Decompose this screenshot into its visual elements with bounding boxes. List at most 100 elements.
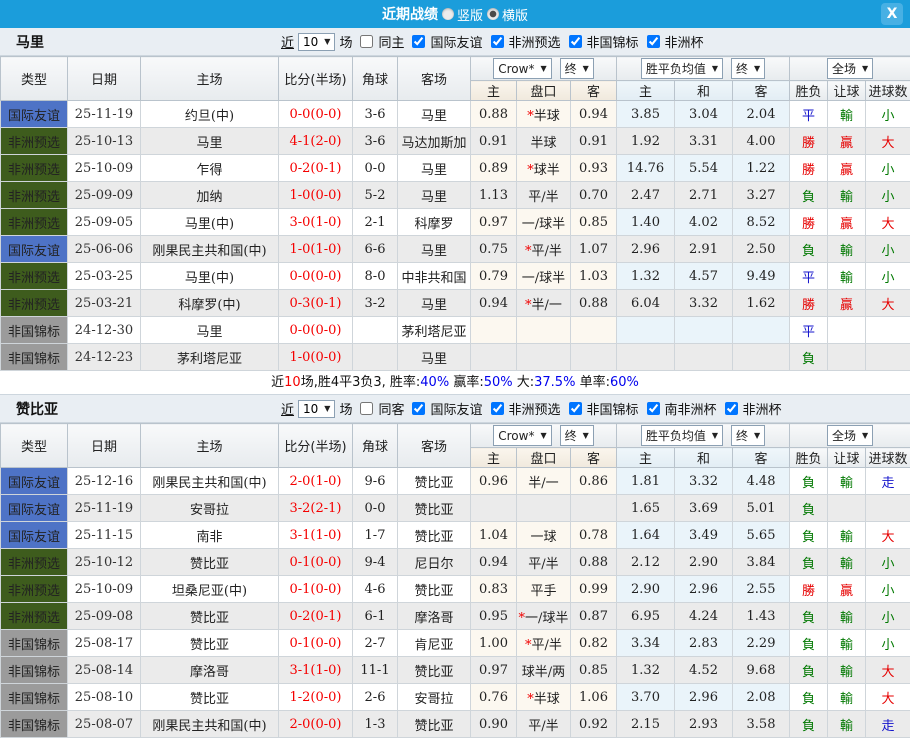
league-checkbox[interactable]	[647, 402, 660, 415]
table-row: 国际友谊25-11-19约旦(中)0-0(0-0)3-6马里0.88*半球0.9…	[1, 101, 910, 128]
home-team: 马里(中)	[141, 209, 279, 236]
league-checkbox[interactable]	[569, 402, 582, 415]
chevron-down-icon: ▼	[540, 431, 546, 440]
match-scope-select[interactable]: 全场▼	[827, 425, 873, 446]
avg-draw-odds: 2.83	[675, 630, 733, 657]
match-count-select[interactable]: 10▼	[298, 400, 335, 418]
col-avg-draw: 和	[675, 81, 733, 101]
avg-draw-odds: 2.93	[675, 711, 733, 738]
league-checkbox[interactable]	[647, 35, 660, 48]
same-venue-checkbox[interactable]	[360, 35, 373, 48]
col-score: 比分(半场)	[279, 424, 353, 468]
bookmaker-select[interactable]: Crow*▼	[493, 425, 551, 446]
col-date: 日期	[68, 424, 141, 468]
col-away: 客场	[398, 57, 471, 101]
league-checkbox[interactable]	[725, 402, 738, 415]
match-date: 24-12-23	[68, 344, 141, 371]
home-odds: 0.88	[471, 101, 517, 128]
handicap-result: 輸	[828, 549, 866, 576]
corner-score: 3-6	[353, 128, 398, 155]
home-odds: 1.00	[471, 630, 517, 657]
match-type-badge: 非洲预选	[1, 603, 68, 630]
table-row: 非国锦标24-12-23茅利塔尼亚1-0(0-0)马里負	[1, 344, 910, 371]
horizontal-layout-radio[interactable]: 横版	[487, 5, 528, 24]
radio-unselected-icon	[442, 8, 454, 20]
close-button[interactable]: X	[881, 3, 903, 25]
chevron-down-icon: ▼	[712, 431, 718, 440]
table-row: 非国锦标25-08-14摩洛哥3-1(1-0)11-1赞比亚0.97球半/两0.…	[1, 657, 910, 684]
average-stage-select[interactable]: 终▼	[731, 425, 765, 446]
away-odds	[571, 344, 617, 371]
home-team: 赞比亚	[141, 630, 279, 657]
home-odds: 0.90	[471, 711, 517, 738]
home-team: 刚果民主共和国(中)	[141, 236, 279, 263]
col-corner: 角球	[353, 57, 398, 101]
avg-draw-odds: 4.02	[675, 209, 733, 236]
handicap-result: 輸	[828, 101, 866, 128]
home-odds	[471, 317, 517, 344]
away-odds: 0.70	[571, 182, 617, 209]
corner-score	[353, 344, 398, 371]
league-label: 国际友谊	[430, 32, 482, 51]
table-row: 非洲预选25-03-25马里(中)0-0(0-0)8-0中非共和国0.79一/球…	[1, 263, 910, 290]
matches-table: 类型 日期 主场 比分(半场) 角球 客场 Crow*▼ 终▼ 胜平负均	[0, 56, 910, 371]
col-avg-draw: 和	[675, 448, 733, 468]
match-type-badge: 国际友谊	[1, 522, 68, 549]
star-icon: *	[519, 611, 526, 626]
match-scope-select[interactable]: 全场▼	[827, 58, 873, 79]
wdl-result: 勝	[790, 576, 828, 603]
league-checkbox[interactable]	[412, 402, 425, 415]
avg-away-odds: 5.01	[733, 495, 790, 522]
odds-stage-select[interactable]: 终▼	[560, 58, 594, 79]
league-checkbox[interactable]	[569, 35, 582, 48]
average-type-select[interactable]: 胜平负均值▼	[641, 58, 723, 79]
match-date: 25-06-06	[68, 236, 141, 263]
league-label: 非国锦标	[587, 399, 639, 418]
matches-table: 类型 日期 主场 比分(半场) 角球 客场 Crow*▼ 终▼ 胜平负均	[0, 423, 910, 738]
handicap-line: *半球	[517, 101, 571, 128]
vertical-layout-radio[interactable]: 竖版	[442, 5, 483, 24]
home-odds: 0.96	[471, 468, 517, 495]
avg-home-odds: 3.85	[617, 101, 675, 128]
match-score: 1-0(0-0)	[279, 182, 353, 209]
avg-draw-odds: 3.32	[675, 290, 733, 317]
home-team: 乍得	[141, 155, 279, 182]
average-type-select[interactable]: 胜平负均值▼	[641, 425, 723, 446]
corner-score: 9-4	[353, 549, 398, 576]
same-venue-checkbox[interactable]	[360, 402, 373, 415]
star-icon: *	[525, 638, 532, 653]
match-score: 0-0(0-0)	[279, 317, 353, 344]
recent-label: 近	[281, 32, 294, 51]
away-odds: 0.92	[571, 711, 617, 738]
col-handicap-line: 盘口	[517, 81, 571, 101]
match-count-value: 10	[303, 402, 318, 416]
avg-away-odds: 4.00	[733, 128, 790, 155]
summary-segment: 赢率:	[449, 375, 484, 390]
away-odds: 1.06	[571, 684, 617, 711]
goals-result: 小	[866, 576, 910, 603]
match-score: 0-0(0-0)	[279, 101, 353, 128]
avg-home-odds: 14.76	[617, 155, 675, 182]
wdl-result: 勝	[790, 155, 828, 182]
home-odds: 0.83	[471, 576, 517, 603]
same-venue-label: 同主	[378, 32, 404, 51]
avg-home-odds: 1.32	[617, 657, 675, 684]
league-checkbox[interactable]	[491, 402, 504, 415]
league-label: 非洲预选	[509, 399, 561, 418]
average-stage-select[interactable]: 终▼	[731, 58, 765, 79]
recent-label: 近	[281, 399, 294, 418]
wdl-result: 負	[790, 495, 828, 522]
corner-score: 4-6	[353, 576, 398, 603]
goals-result: 大	[866, 522, 910, 549]
match-count-select[interactable]: 10▼	[298, 33, 335, 51]
league-checkbox[interactable]	[491, 35, 504, 48]
league-checkbox[interactable]	[412, 35, 425, 48]
handicap-result: 贏	[828, 209, 866, 236]
col-handicap-home: 主	[471, 81, 517, 101]
table-row: 国际友谊25-06-06刚果民主共和国(中)1-0(1-0)6-6马里0.75*…	[1, 236, 910, 263]
corner-score: 6-6	[353, 236, 398, 263]
bookmaker-select[interactable]: Crow*▼	[493, 58, 551, 79]
avg-draw-odds: 4.24	[675, 603, 733, 630]
table-row: 国际友谊25-11-15南非3-1(1-0)1-7赞比亚1.04一球0.781.…	[1, 522, 910, 549]
odds-stage-select[interactable]: 终▼	[560, 425, 594, 446]
